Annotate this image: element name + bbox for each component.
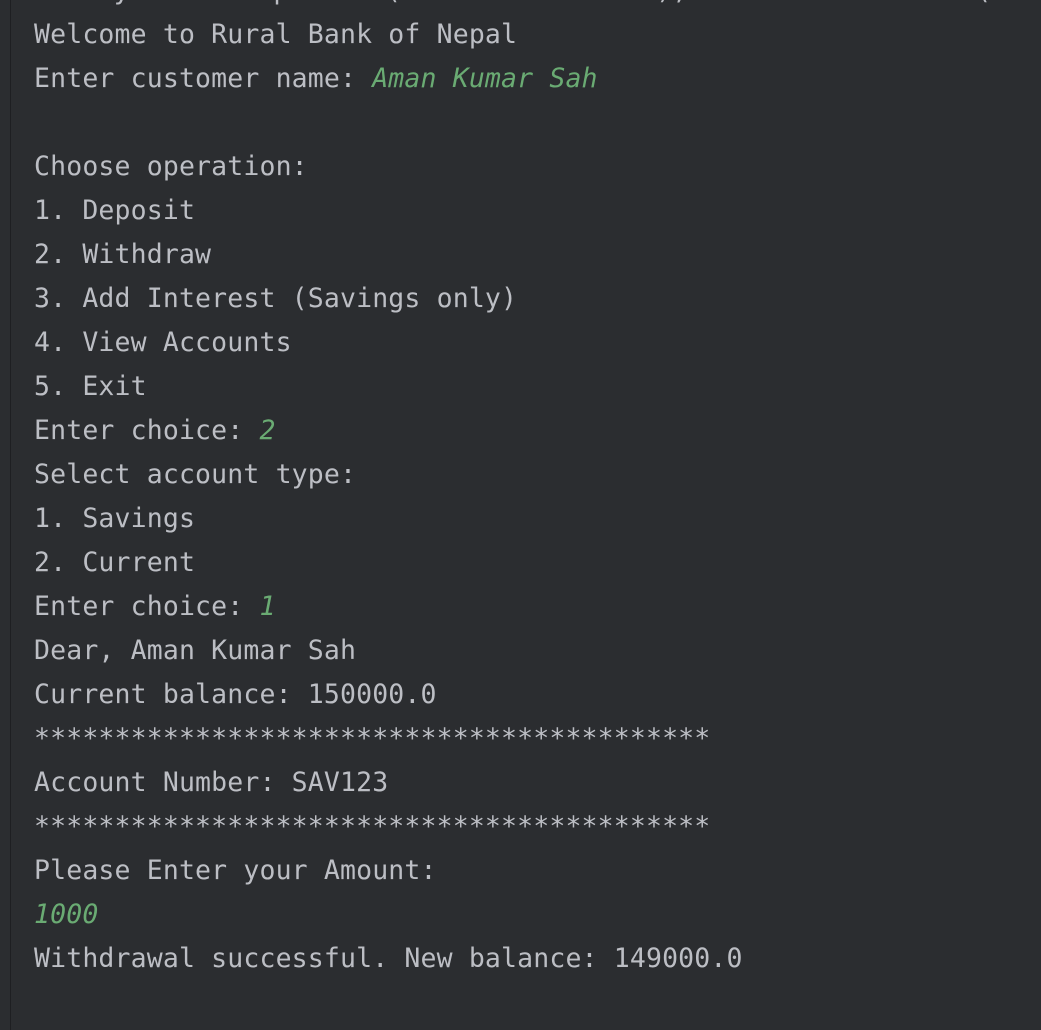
console-line: Withdrawal successful. New balance: 1490… xyxy=(34,937,743,981)
console-output-text: Choose operation: xyxy=(34,151,308,182)
console-line: ****************************************… xyxy=(34,717,743,761)
console-line: Enter choice: 1 xyxy=(34,585,743,629)
console-user-input: 1 xyxy=(259,591,276,622)
console-output-text: Withdrawal successful. New balance: 1490… xyxy=(34,943,743,974)
console-output-text: Welcome to Rural Bank of Nepal xyxy=(34,19,518,50)
console-output-text: Enter customer name: xyxy=(34,63,373,94)
console-lines: Welcome to Rural Bank of Nepal Enter cust… xyxy=(34,13,743,981)
console-line: Account Number: SAV123 xyxy=(34,761,743,805)
console-output-text: 2. Current xyxy=(34,547,196,578)
console-output-text: Account Number: SAV123 xyxy=(34,767,389,798)
console-output-text: 2. Withdraw xyxy=(34,239,212,270)
console-output-text: Enter choice: xyxy=(34,591,260,622)
console-gutter xyxy=(0,0,11,1030)
console-line: Please Enter your Amount: xyxy=(34,849,743,893)
console-line: 2. Current xyxy=(34,541,743,585)
console-line: 2. Withdraw xyxy=(34,233,743,277)
clipped-previous-line: System.out.println("Enter amount: "); ac… xyxy=(34,0,1041,13)
console-output-text: 4. View Accounts xyxy=(34,327,292,358)
console-output-text: 3. Add Interest (Savings only) xyxy=(34,283,518,314)
console-output-text: Current balance: 150000.0 xyxy=(34,679,437,710)
console-output-text: Enter choice: xyxy=(34,415,260,446)
console-line: Choose operation: xyxy=(34,145,743,189)
console-user-input: 1000 xyxy=(34,899,99,930)
console-line: ****************************************… xyxy=(34,805,743,849)
console-line: Select account type: xyxy=(34,453,743,497)
console-line: 1. Savings xyxy=(34,497,743,541)
console-output-text: 5. Exit xyxy=(34,371,147,402)
console-output-text: 1. Savings xyxy=(34,503,196,534)
console-output-text: Dear, Aman Kumar Sah xyxy=(34,635,357,666)
console-line: Current balance: 150000.0 xyxy=(34,673,743,717)
console-user-input: 2 xyxy=(259,415,276,446)
console-line: 1000 xyxy=(34,893,743,937)
console-line: 1. Deposit xyxy=(34,189,743,233)
console-user-input: Aman Kumar Sah xyxy=(372,63,598,94)
console-output-text: ****************************************… xyxy=(34,811,711,842)
console-output-text: 1. Deposit xyxy=(34,195,196,226)
console-line: 3. Add Interest (Savings only) xyxy=(34,277,743,321)
console-output-panel[interactable]: System.out.println("Enter amount: "); ac… xyxy=(0,0,1041,1030)
console-line: Dear, Aman Kumar Sah xyxy=(34,629,743,673)
console-line: 5. Exit xyxy=(34,365,743,409)
console-line: Enter choice: 2 xyxy=(34,409,743,453)
console-output-text: Select account type: xyxy=(34,459,357,490)
console-line: Welcome to Rural Bank of Nepal xyxy=(34,13,743,57)
console-line: 4. View Accounts xyxy=(34,321,743,365)
console-output-text: Please Enter your Amount: xyxy=(34,855,437,886)
console-line: Enter customer name: Aman Kumar Sah xyxy=(34,57,743,101)
console-output-text: ****************************************… xyxy=(34,723,711,754)
